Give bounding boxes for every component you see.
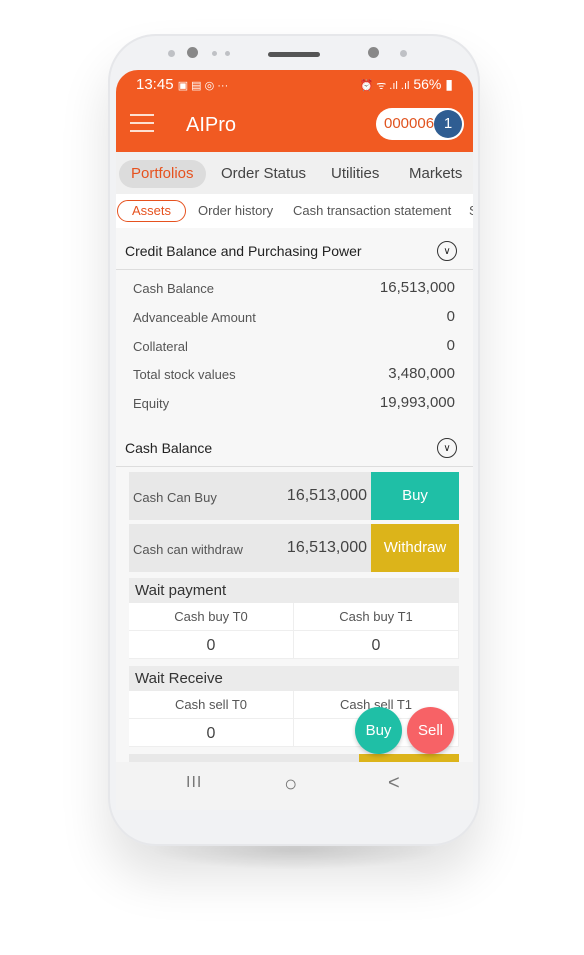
section-title: Cash Balance [125, 440, 213, 456]
app-header: 13:45 ▣ ▤ ◎ ··· ⏰ ᯤ .ıl .ıl 56% ▮ AIPro … [116, 70, 473, 152]
camera-dot [187, 47, 198, 58]
sensor-dot [168, 50, 175, 57]
section-credit-header[interactable]: Credit Balance and Purchasing Power ∨ [116, 232, 473, 270]
home-icon[interactable]: ○ [284, 771, 297, 797]
battery-level: 56% [413, 76, 442, 92]
wait-receive-header: Wait Receive [129, 666, 459, 691]
sensor-dot [400, 50, 407, 57]
row-label: Total stock values [133, 367, 236, 382]
tab-utilities[interactable]: Utilities [319, 160, 391, 188]
row-value: 3,480,000 [388, 365, 455, 382]
account-selector[interactable]: 000006 1 [376, 108, 464, 140]
cash-can-buy-card: Cash Can Buy 16,513,000 Buy [129, 472, 459, 520]
cell-value: 0 [129, 631, 294, 659]
column-header: Cash sell T0 [129, 691, 294, 719]
status-bar-right: ⏰ ᯤ .ıl .ıl 56% ▮ [359, 76, 453, 93]
withdraw-button[interactable]: Withdraw [371, 524, 459, 572]
subtab-cash-transaction[interactable]: Cash transaction statement [293, 201, 451, 223]
app-title: AIPro [186, 114, 237, 136]
row-label: Equity [133, 396, 170, 411]
cell-value: 0 [294, 631, 459, 659]
column-header: Cash buy T1 [294, 603, 459, 631]
cash-withdraw-card: Cash can withdraw 16,513,000 Withdraw [129, 524, 459, 572]
sensor-dot [225, 51, 230, 56]
clock: 13:45 [136, 76, 174, 93]
section-cash-header[interactable]: Cash Balance ∨ [116, 429, 473, 467]
tab-portfolios[interactable]: Portfolios [119, 160, 206, 188]
speaker [268, 52, 320, 57]
cell-value: 0 [129, 719, 294, 747]
status-bar-left: 13:45 ▣ ▤ ◎ ··· [136, 76, 228, 93]
android-nav-bar: III ○ < [116, 762, 473, 810]
front-camera [368, 47, 379, 58]
subtab-more[interactable]: S [469, 201, 473, 223]
column-header: Cash buy T0 [129, 603, 294, 631]
wait-payment-table: Cash buy T0 Cash buy T1 0 0 [129, 603, 459, 659]
credit-row: Advanceable Amount 0 [116, 303, 473, 332]
fab-buy-button[interactable]: Buy [355, 707, 402, 754]
chevron-down-icon[interactable]: ∨ [437, 241, 457, 261]
row-label: Cash Balance [133, 281, 214, 296]
account-number: 000006 [384, 115, 435, 132]
chevron-down-icon[interactable]: ∨ [437, 438, 457, 458]
app-screen: 13:45 ▣ ▤ ◎ ··· ⏰ ᯤ .ıl .ıl 56% ▮ AIPro … [116, 70, 473, 810]
section-title: Credit Balance and Purchasing Power [125, 243, 362, 259]
tab-order-status[interactable]: Order Status [209, 160, 318, 188]
credit-row: Equity 19,993,000 [116, 389, 473, 418]
fab-sell-button[interactable]: Sell [407, 707, 454, 754]
notification-icons: ▣ ▤ ◎ ··· [177, 80, 229, 92]
recent-apps-icon[interactable]: III [186, 774, 202, 792]
card-value: 16,513,000 [286, 487, 367, 504]
credit-row: Cash Balance 16,513,000 [116, 274, 473, 303]
row-value: 0 [446, 308, 455, 325]
card-value: 16,513,000 [286, 539, 367, 556]
subtab-assets[interactable]: Assets [117, 200, 187, 222]
row-label: Collateral [133, 339, 188, 354]
hamburger-menu-icon[interactable] [130, 114, 154, 132]
card-label: Cash Can Buy [133, 490, 217, 505]
main-tabs: Portfolios Order Status Utilities Market… [116, 152, 473, 194]
row-value: 0 [446, 337, 455, 354]
credit-row: Collateral 0 [116, 332, 473, 361]
account-badge: 1 [434, 110, 462, 138]
back-icon[interactable]: < [388, 772, 400, 795]
credit-row: Total stock values 3,480,000 [116, 360, 473, 389]
signal-icons: ⏰ ᯤ .ıl .ıl [359, 80, 410, 92]
row-value: 16,513,000 [379, 279, 455, 296]
subtab-order-history[interactable]: Order history [198, 201, 273, 223]
row-value: 19,993,000 [379, 394, 455, 411]
battery-icon: ▮ [445, 76, 453, 92]
sub-tabs: Assets Order history Cash transaction st… [116, 194, 473, 228]
sensor-dot [212, 51, 217, 56]
card-label: Cash can withdraw [133, 542, 243, 557]
tab-markets[interactable]: Markets [397, 160, 473, 188]
row-label: Advanceable Amount [133, 310, 256, 325]
buy-button[interactable]: Buy [371, 472, 459, 520]
wait-payment-header: Wait payment [129, 578, 459, 603]
